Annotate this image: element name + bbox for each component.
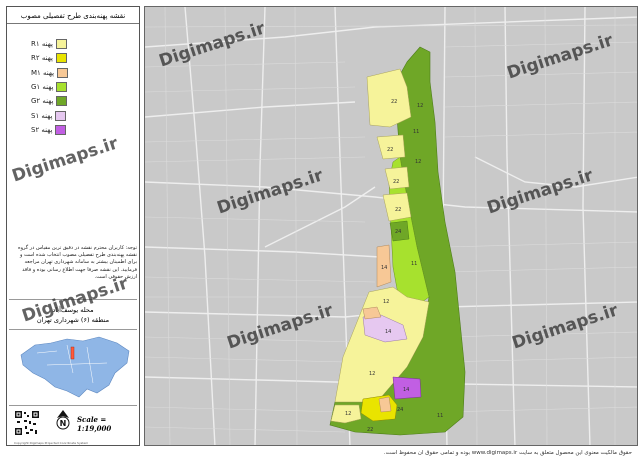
north-arrow-icon: N (55, 409, 71, 431)
legend-item-g2: پهنه G۲ (31, 94, 139, 108)
zone-label: 22 (367, 427, 373, 433)
zone-m1-bottom (378, 396, 392, 413)
zone-label: 12 (415, 159, 421, 165)
legend-label: پهنه G۲ (31, 97, 54, 106)
panel-footer: Copyright Digimaps Projected Coordinate … (14, 441, 89, 445)
divider (9, 405, 137, 406)
scale-label: Scale = 1:19,000 (77, 415, 112, 433)
legend-label: پهنه S۱ (31, 111, 53, 120)
zone-label: 14 (385, 329, 391, 335)
map-canvas: 22 12 11 22 12 22 24 11 22 14 12 12 14 1… (145, 7, 637, 445)
north-label: N (60, 419, 67, 428)
divider (9, 329, 137, 330)
legend-swatch (56, 82, 68, 93)
legend-item-s1: پهنه S۱ (31, 108, 139, 122)
legend-label: پهنه R۲ (31, 54, 53, 63)
zone-label: 24 (395, 229, 401, 235)
zone-label: 22 (387, 147, 393, 153)
copyright-credit: حقوق مالکیت معنوی این محصول متعلق به سای… (383, 450, 632, 456)
zoning-map[interactable]: 22 12 11 22 12 22 24 11 22 14 12 12 14 1… (144, 6, 638, 446)
qr-code (14, 410, 40, 436)
legend-panel: نقشه پهنه‌بندی طرح تفصیلی مصوب پهنه R۱ پ… (6, 6, 140, 446)
legend-label: پهنه S۲ (31, 125, 53, 134)
legend-item-r1: پهنه R۱ (31, 37, 139, 51)
zone-label: 14 (381, 265, 387, 271)
zone-label: 24 (397, 407, 403, 413)
zone-label: 14 (403, 387, 409, 393)
zone-label: 12 (417, 103, 423, 109)
legend-item-s2: پهنه S۲ (31, 123, 139, 137)
legend-label: پهنه R۱ (31, 40, 53, 49)
legend-swatch (55, 110, 67, 121)
zone-label: 22 (395, 207, 401, 213)
legend-swatch (55, 53, 67, 64)
legend-label: پهنه G۱ (31, 83, 54, 92)
zone-label: 11 (437, 413, 443, 419)
zone-label: 11 (411, 261, 417, 267)
legend-swatch (57, 67, 69, 78)
zone-label: 22 (393, 179, 399, 185)
zone-label: 12 (369, 371, 375, 377)
legend-swatch (55, 124, 67, 135)
legend-swatch (56, 96, 68, 107)
zone-label: 11 (413, 129, 419, 135)
legend-swatch (55, 39, 67, 50)
legend-item-m1: پهنه M۱ (31, 66, 139, 80)
legend-item-g1: پهنه G۱ (31, 80, 139, 94)
legend-item-r2: پهنه R۲ (31, 51, 139, 65)
zone-label: 22 (391, 99, 397, 105)
map-title: نقشه پهنه‌بندی طرح تفصیلی مصوب (7, 9, 139, 24)
legend-list: پهنه R۱ پهنه R۲ پهنه M۱ پهنه G۱ پهنه G۲ … (31, 37, 139, 137)
tehran-inset-map (17, 333, 133, 403)
zone-label: 12 (345, 411, 351, 417)
zone-label: 12 (383, 299, 389, 305)
legend-label: پهنه M۱ (31, 68, 55, 77)
